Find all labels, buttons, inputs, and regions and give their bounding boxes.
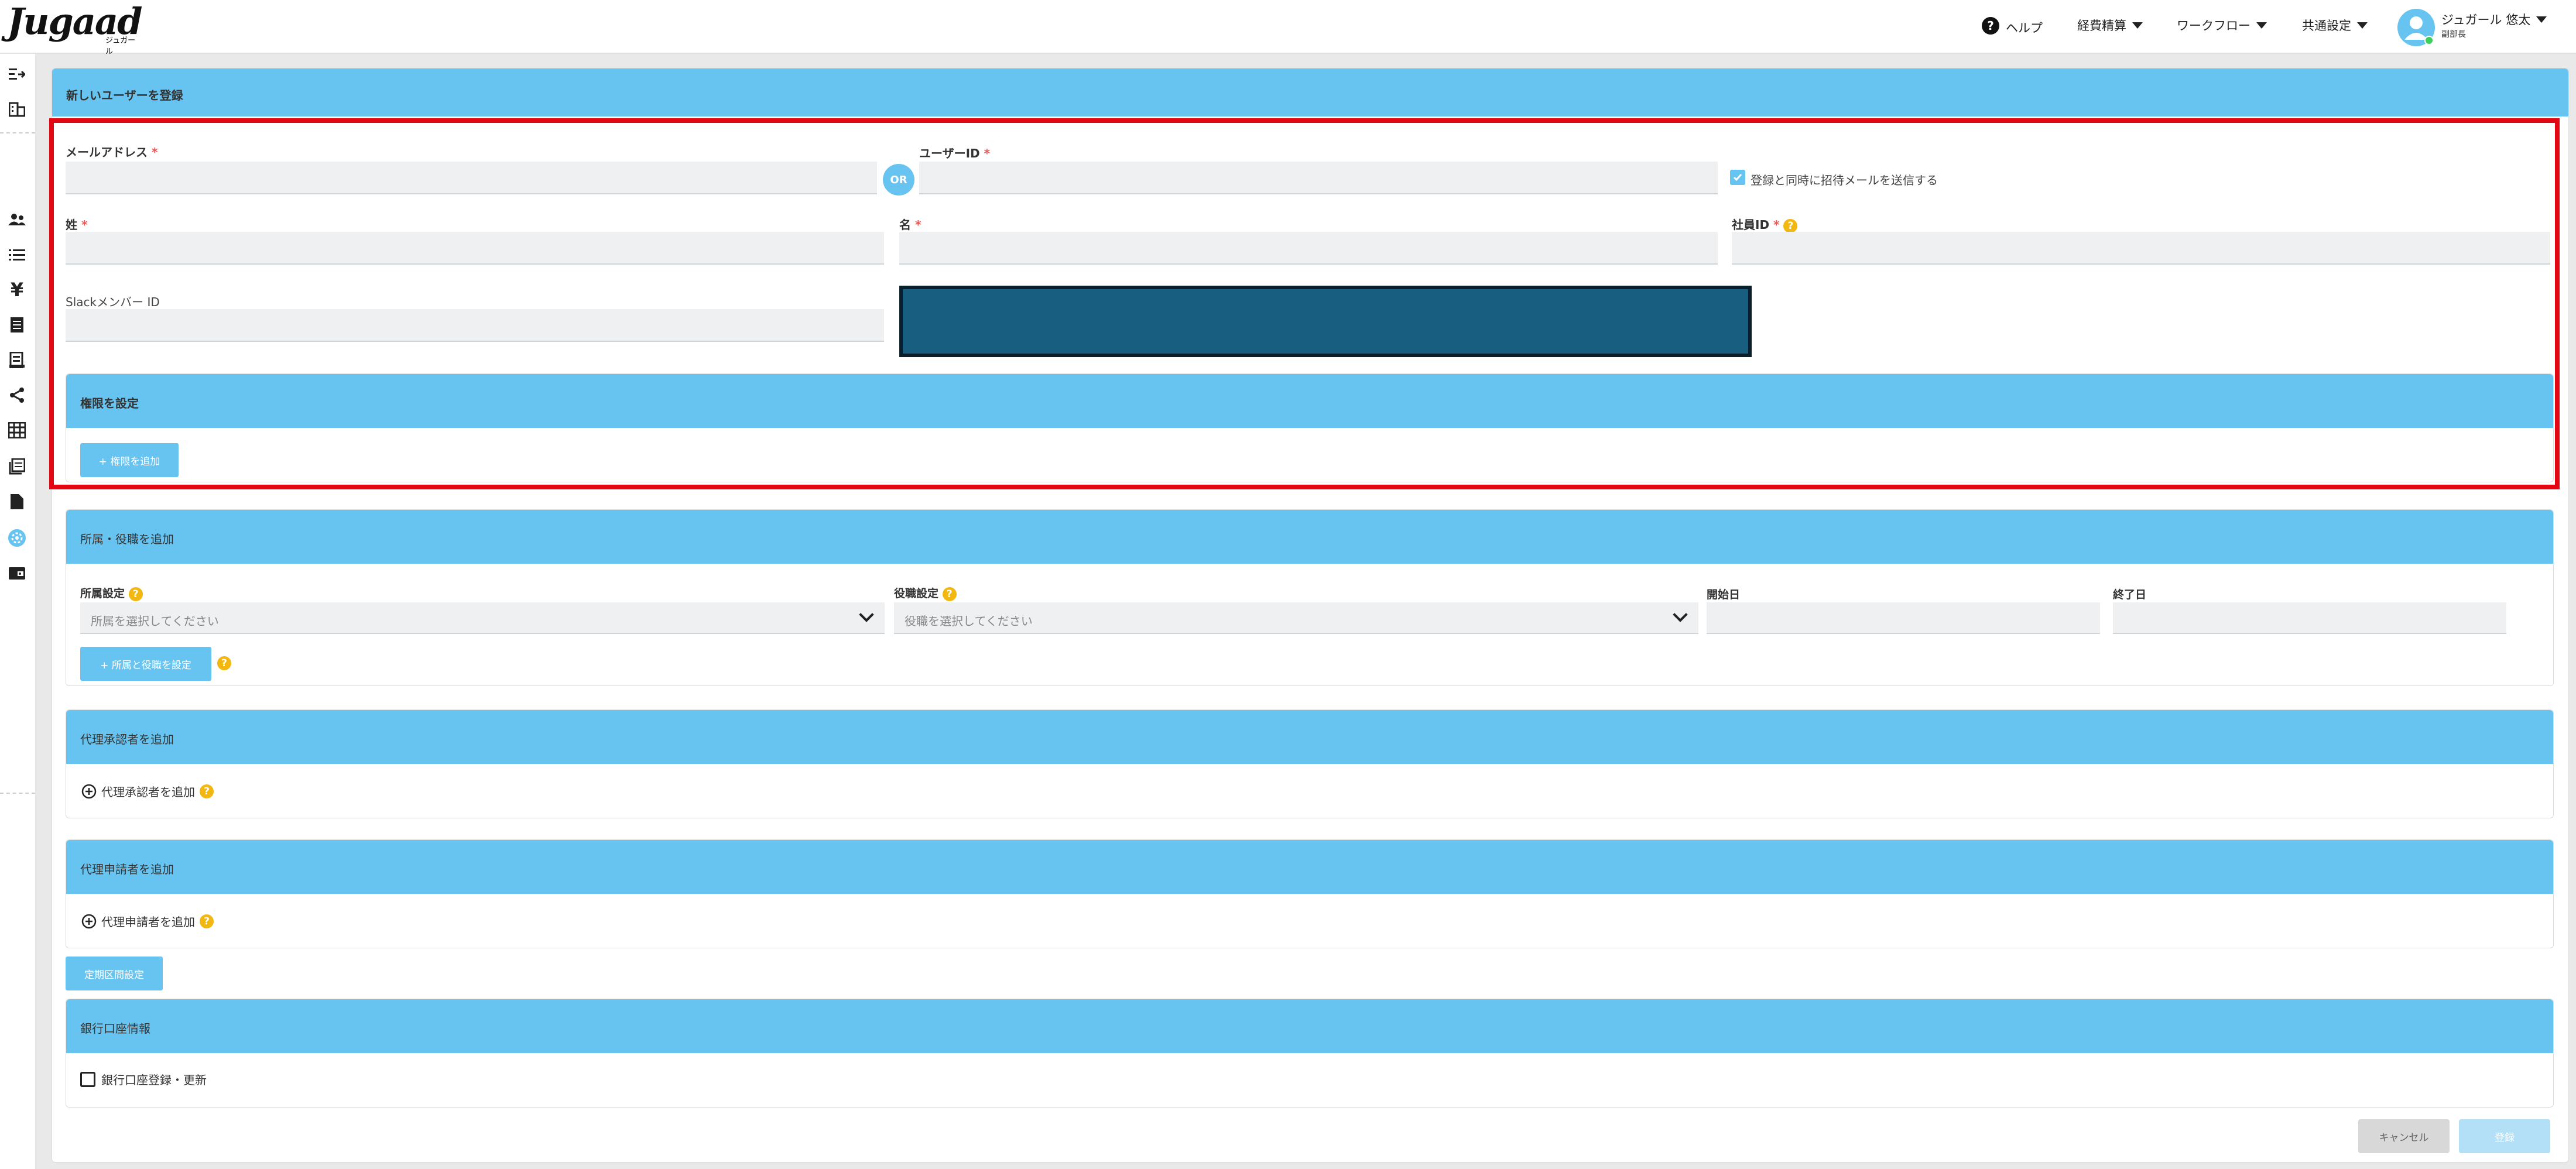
help-icon[interactable]: ?	[200, 914, 214, 928]
bank-update-option[interactable]: 銀行口座登録・更新	[80, 1071, 207, 1088]
plus-circle-icon	[81, 784, 97, 798]
user-name: ジュガール 悠太	[2441, 13, 2531, 27]
top-bar: Jugaad ジュガール ? ヘルプ 経費精算 ワークフロー 共通設定 ジュガー…	[0, 0, 2576, 57]
plus-circle-icon	[81, 914, 97, 928]
collapse-icon[interactable]	[7, 66, 27, 83]
proxy-approver-header: 代理承認者を追加	[66, 710, 2553, 764]
role-select-placeholder: 役職を選択してください	[905, 614, 1033, 628]
proxy-approver-panel: 代理承認者を追加 代理承認者を追加 ?	[66, 709, 2554, 818]
list-icon[interactable]	[7, 246, 27, 263]
chevron-down-icon	[1673, 607, 1688, 622]
settings-icon[interactable]	[7, 529, 27, 547]
nav-workflow-label: ワークフロー	[2177, 19, 2250, 33]
commute-settings-button[interactable]: 定期区間設定	[66, 957, 163, 990]
highlight-box	[49, 118, 2560, 489]
sidebar: ¥	[0, 54, 36, 1169]
role-select[interactable]: 役職を選択してください	[894, 602, 1698, 634]
wallet-icon[interactable]	[7, 564, 27, 582]
help-icon[interactable]: ?	[217, 656, 231, 670]
help-icon[interactable]: ?	[942, 587, 957, 601]
add-proxy-approver-label: 代理承認者を追加	[101, 785, 195, 799]
proxy-approver-title: 代理承認者を追加	[80, 732, 174, 746]
users-icon[interactable]	[7, 211, 27, 228]
dept-select[interactable]: 所属を選択してください	[80, 602, 885, 634]
sidebar-divider	[0, 793, 35, 794]
proxy-applicant-panel: 代理申請者を追加 代理申請者を追加 ?	[66, 839, 2554, 948]
help-icon[interactable]: ?	[200, 784, 214, 798]
proxy-applicant-header: 代理申請者を追加	[66, 840, 2553, 894]
nav-workflow[interactable]: ワークフロー	[2177, 16, 2267, 34]
submit-button[interactable]: 登録	[2459, 1119, 2550, 1153]
dept-label: 所属設定 ?	[80, 585, 143, 601]
table-icon[interactable]	[7, 421, 27, 439]
card-header: 新しいユーザーを登録	[52, 68, 2568, 116]
chevron-down-icon	[2357, 22, 2368, 29]
affiliation-title: 所属・役職を追加	[80, 532, 174, 546]
svg-text:?: ?	[1987, 19, 1994, 33]
role-label-text: 役職設定	[894, 587, 939, 600]
nav-expense[interactable]: 経費精算	[2077, 16, 2143, 34]
start-date-label: 開始日	[1707, 588, 1741, 601]
end-date-field[interactable]	[2113, 602, 2506, 634]
bank-panel: 銀行口座情報 銀行口座登録・更新	[66, 999, 2554, 1108]
dept-select-placeholder: 所属を選択してください	[91, 614, 219, 628]
company-icon[interactable]	[7, 101, 27, 118]
add-proxy-applicant-link[interactable]: 代理申請者を追加 ?	[81, 913, 214, 930]
chevron-down-icon	[859, 607, 874, 622]
end-date-label: 終了日	[2113, 588, 2147, 601]
main-content: 新しいユーザーを登録 メールアドレス * OR ユーザーID * 登録と同時に招…	[36, 54, 2576, 1169]
add-proxy-applicant-label: 代理申請者を追加	[101, 915, 195, 929]
nav-expense-label: 経費精算	[2077, 19, 2126, 33]
share-icon[interactable]	[7, 386, 27, 404]
document-icon[interactable]	[7, 316, 27, 334]
bank-header: 銀行口座情報	[66, 999, 2553, 1053]
chevron-down-icon	[2256, 22, 2267, 29]
yen-icon[interactable]: ¥	[7, 279, 27, 301]
role-label: 役職設定 ?	[894, 585, 957, 601]
bank-update-label: 銀行口座登録・更新	[101, 1073, 207, 1087]
page-title: 新しいユーザーを登録	[66, 88, 183, 102]
sidebar-divider	[0, 132, 35, 133]
help-label: ヘルプ	[2006, 20, 2043, 35]
help-link[interactable]: ? ヘルプ	[1981, 16, 2043, 38]
affiliation-panel: 所属・役職を追加 所属設定 ? 所属を選択してください 役職設定 ? 役職を選択…	[66, 509, 2554, 686]
help-circle-icon: ?	[1981, 16, 2000, 38]
proxy-applicant-title: 代理申請者を追加	[80, 862, 174, 876]
bank-update-checkbox[interactable]	[80, 1071, 95, 1087]
user-menu[interactable]: ジュガール 悠太	[2441, 11, 2547, 28]
help-icon[interactable]: ?	[128, 587, 143, 601]
add-proxy-approver-link[interactable]: 代理承認者を追加 ?	[81, 783, 214, 800]
library-icon[interactable]	[7, 458, 27, 475]
bank-title: 銀行口座情報	[80, 1021, 150, 1036]
nav-common-settings-label: 共通設定	[2302, 19, 2351, 33]
cancel-button[interactable]: キャンセル	[2358, 1119, 2450, 1153]
dept-label-text: 所属設定	[80, 587, 125, 600]
set-affiliation-button[interactable]: + 所属と役職を設定	[80, 647, 211, 681]
chevron-down-icon	[2132, 22, 2143, 29]
receipt-icon[interactable]	[7, 351, 27, 369]
logo-subtext: ジュガール	[105, 36, 136, 56]
user-role: 副部長	[2441, 30, 2466, 39]
chevron-down-icon	[2536, 16, 2547, 23]
affiliation-header: 所属・役職を追加	[66, 510, 2553, 564]
nav-common-settings[interactable]: 共通設定	[2302, 16, 2368, 34]
start-date-field[interactable]	[1707, 602, 2100, 634]
logo[interactable]: Jugaad ジュガール	[7, 1, 142, 57]
file-icon[interactable]	[7, 493, 27, 510]
avatar[interactable]	[2397, 8, 2435, 49]
